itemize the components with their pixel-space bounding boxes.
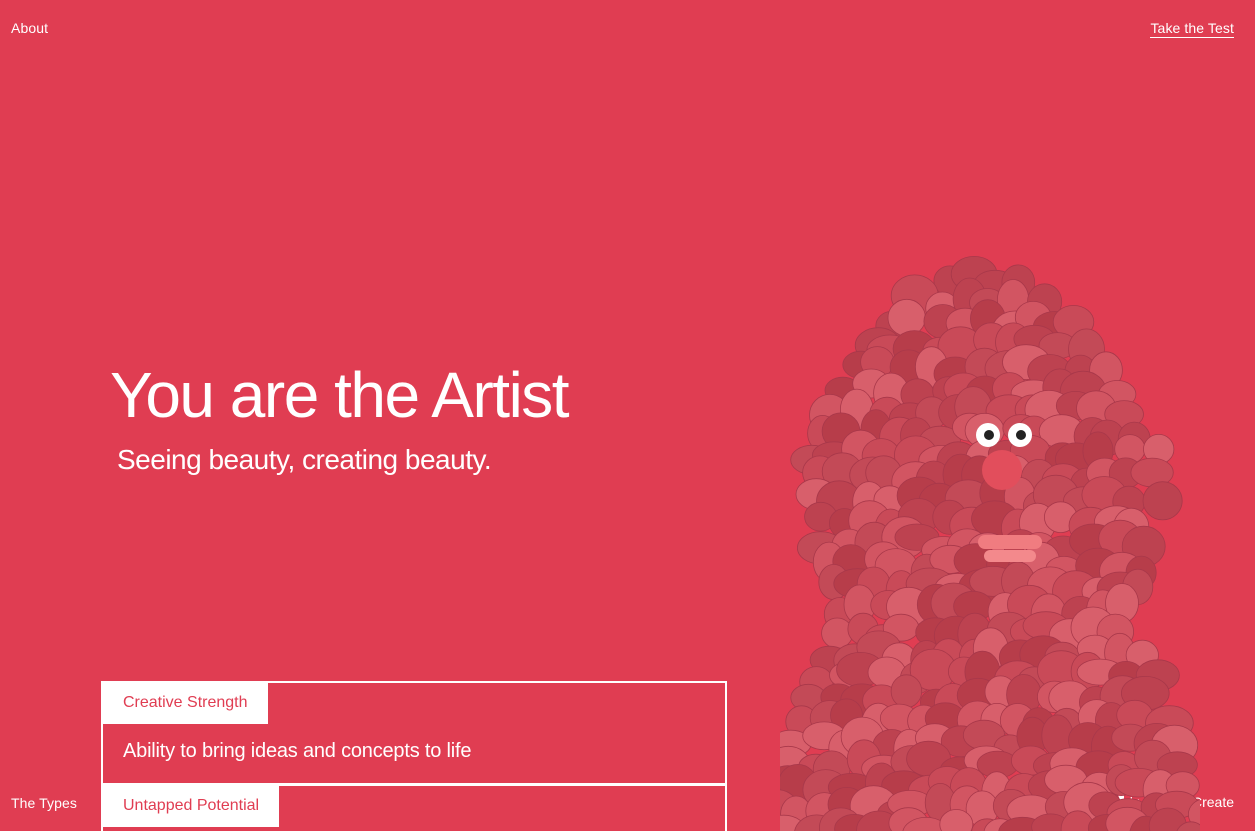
card-tab-label: Untapped Potential bbox=[103, 786, 280, 827]
take-the-test-link[interactable]: Take the Test bbox=[1150, 20, 1234, 38]
creative-strength-card: Creative Strength Ability to bring ideas… bbox=[101, 681, 727, 785]
page-title: You are the Artist bbox=[110, 359, 570, 431]
artist-character-illustration bbox=[780, 255, 1200, 831]
page-subtitle: Seeing beauty, creating beauty. bbox=[117, 444, 492, 475]
about-link[interactable]: About bbox=[11, 20, 48, 36]
the-types-link[interactable]: The Types bbox=[11, 795, 77, 811]
card-body-text: Ability to bring ideas and concepts to l… bbox=[123, 740, 472, 762]
character-mouth bbox=[978, 535, 1042, 562]
card-tab-label: Creative Strength bbox=[103, 683, 268, 724]
page: About Take the Test The Types by Adobe C… bbox=[0, 0, 1255, 831]
untapped-potential-card: Untapped Potential bbox=[101, 784, 727, 831]
